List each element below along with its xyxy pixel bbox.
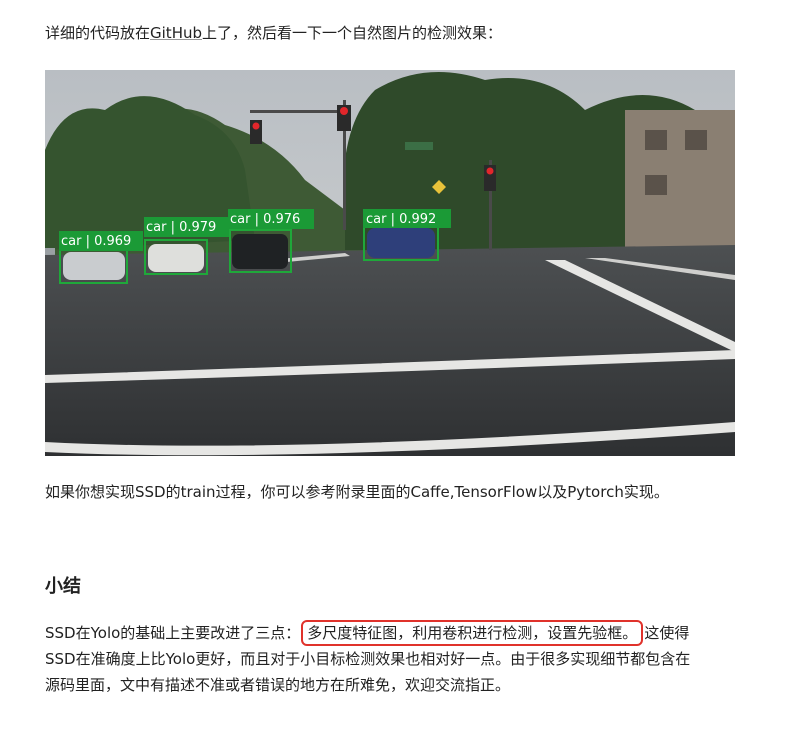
detection-label-2: car | 0.979 <box>146 220 216 235</box>
github-link[interactable]: GitHub <box>150 24 202 42</box>
summary-line-2: SSD在准确度上比Yolo更好，而且对于小目标检测效果也相对好一点。由于很多实现… <box>45 650 691 668</box>
summary-line-1: SSD在Yolo的基础上主要改进了三点： 多尺度特征图，利用卷积进行检测，设置先验… <box>45 620 689 646</box>
highlighted-improvements: 多尺度特征图，利用卷积进行检测，设置先验框。 <box>301 620 644 646</box>
summary-heading: 小结 <box>45 576 81 597</box>
summary-line-3: 源码里面，文中有描述不准或者错误的地方在所难免，欢迎交流指正。 <box>45 676 511 694</box>
detection-result-image: car | 0.969 car | 0.979 car | 0.976 car … <box>45 70 735 456</box>
detection-label-3: car | 0.976 <box>230 212 300 227</box>
train-note: 如果你想实现SSD的train过程，你可以参考附录里面的Caffe,Tensor… <box>45 483 669 501</box>
detection-label-4: car | 0.992 <box>366 212 436 227</box>
intro-paragraph: 详细的代码放在GitHub上了，然后看一下一个自然图片的检测效果： <box>45 24 503 42</box>
detection-label-1: car | 0.969 <box>61 234 131 249</box>
